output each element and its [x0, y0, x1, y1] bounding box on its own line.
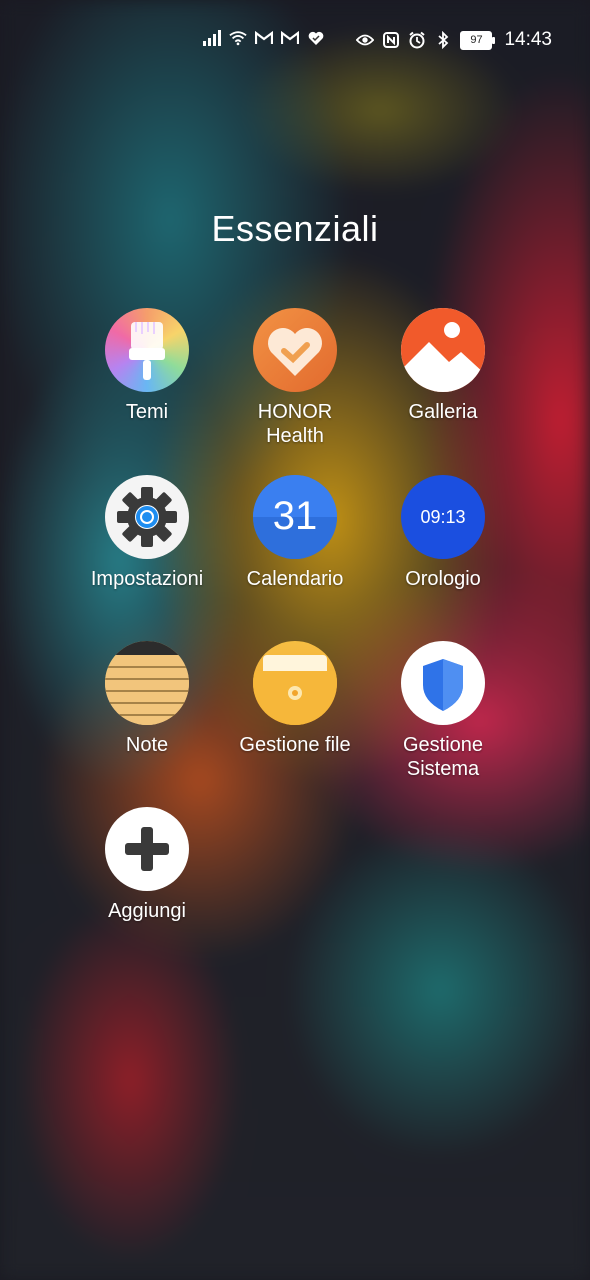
alarm-icon: [408, 31, 426, 49]
app-label: Aggiungi: [108, 900, 186, 922]
signal-icon: [203, 29, 221, 47]
app-label: Note: [125, 734, 169, 756]
clock-icon: 09:13: [401, 475, 485, 559]
themes-brush-icon: [105, 308, 189, 392]
honor-health-icon: [253, 308, 337, 392]
app-note[interactable]: Note: [73, 641, 221, 757]
nfc-icon: [382, 31, 400, 49]
app-label: Orologio: [405, 568, 481, 590]
status-right-icons: 97 14:43: [356, 29, 552, 51]
calendar-day: 31: [272, 494, 318, 538]
app-label: HONOR Health: [257, 401, 333, 447]
app-gestione-sistema[interactable]: Gestione Sistema: [369, 641, 517, 781]
settings-gear-icon: [105, 475, 189, 559]
app-calendario[interactable]: 31 Calendario: [221, 475, 369, 591]
app-temi[interactable]: Temi: [73, 308, 221, 424]
wifi-icon: [229, 29, 247, 47]
app-orologio[interactable]: 09:13 Orologio: [369, 475, 517, 591]
file-manager-icon: [253, 641, 337, 725]
notes-icon: [105, 641, 189, 725]
app-honor-health[interactable]: HONOR Health: [221, 308, 369, 448]
app-label: Temi: [125, 401, 169, 423]
app-impostazioni[interactable]: Impostazioni: [73, 475, 221, 591]
app-label: Impostazioni: [90, 568, 204, 590]
app-aggiungi[interactable]: Aggiungi: [73, 807, 221, 923]
heart-icon: [307, 29, 325, 47]
calendar-icon: 31: [253, 475, 337, 559]
app-label: Galleria: [408, 401, 478, 423]
system-manager-shield-icon: [401, 641, 485, 725]
app-label: Calendario: [246, 568, 344, 590]
status-bar: 97 14:43: [0, 0, 590, 80]
add-plus-icon: [105, 807, 189, 891]
status-left-icons: [203, 29, 325, 47]
gmail-icon: [281, 29, 299, 47]
app-galleria[interactable]: Galleria: [369, 308, 517, 424]
app-label: Gestione file: [239, 734, 351, 756]
gmail-icon: [255, 29, 273, 47]
app-label: Gestione Sistema: [402, 734, 484, 780]
gallery-icon: [401, 308, 485, 392]
wallpaper: [0, 0, 590, 1280]
status-time: 14:43: [504, 29, 552, 50]
folder-title[interactable]: Essenziali: [0, 208, 590, 250]
app-gestione-file[interactable]: Gestione file: [221, 641, 369, 757]
battery-icon: 97: [460, 30, 496, 50]
bluetooth-icon: [434, 31, 452, 49]
eye-icon: [356, 31, 375, 49]
clock-time: 09:13: [420, 507, 466, 527]
